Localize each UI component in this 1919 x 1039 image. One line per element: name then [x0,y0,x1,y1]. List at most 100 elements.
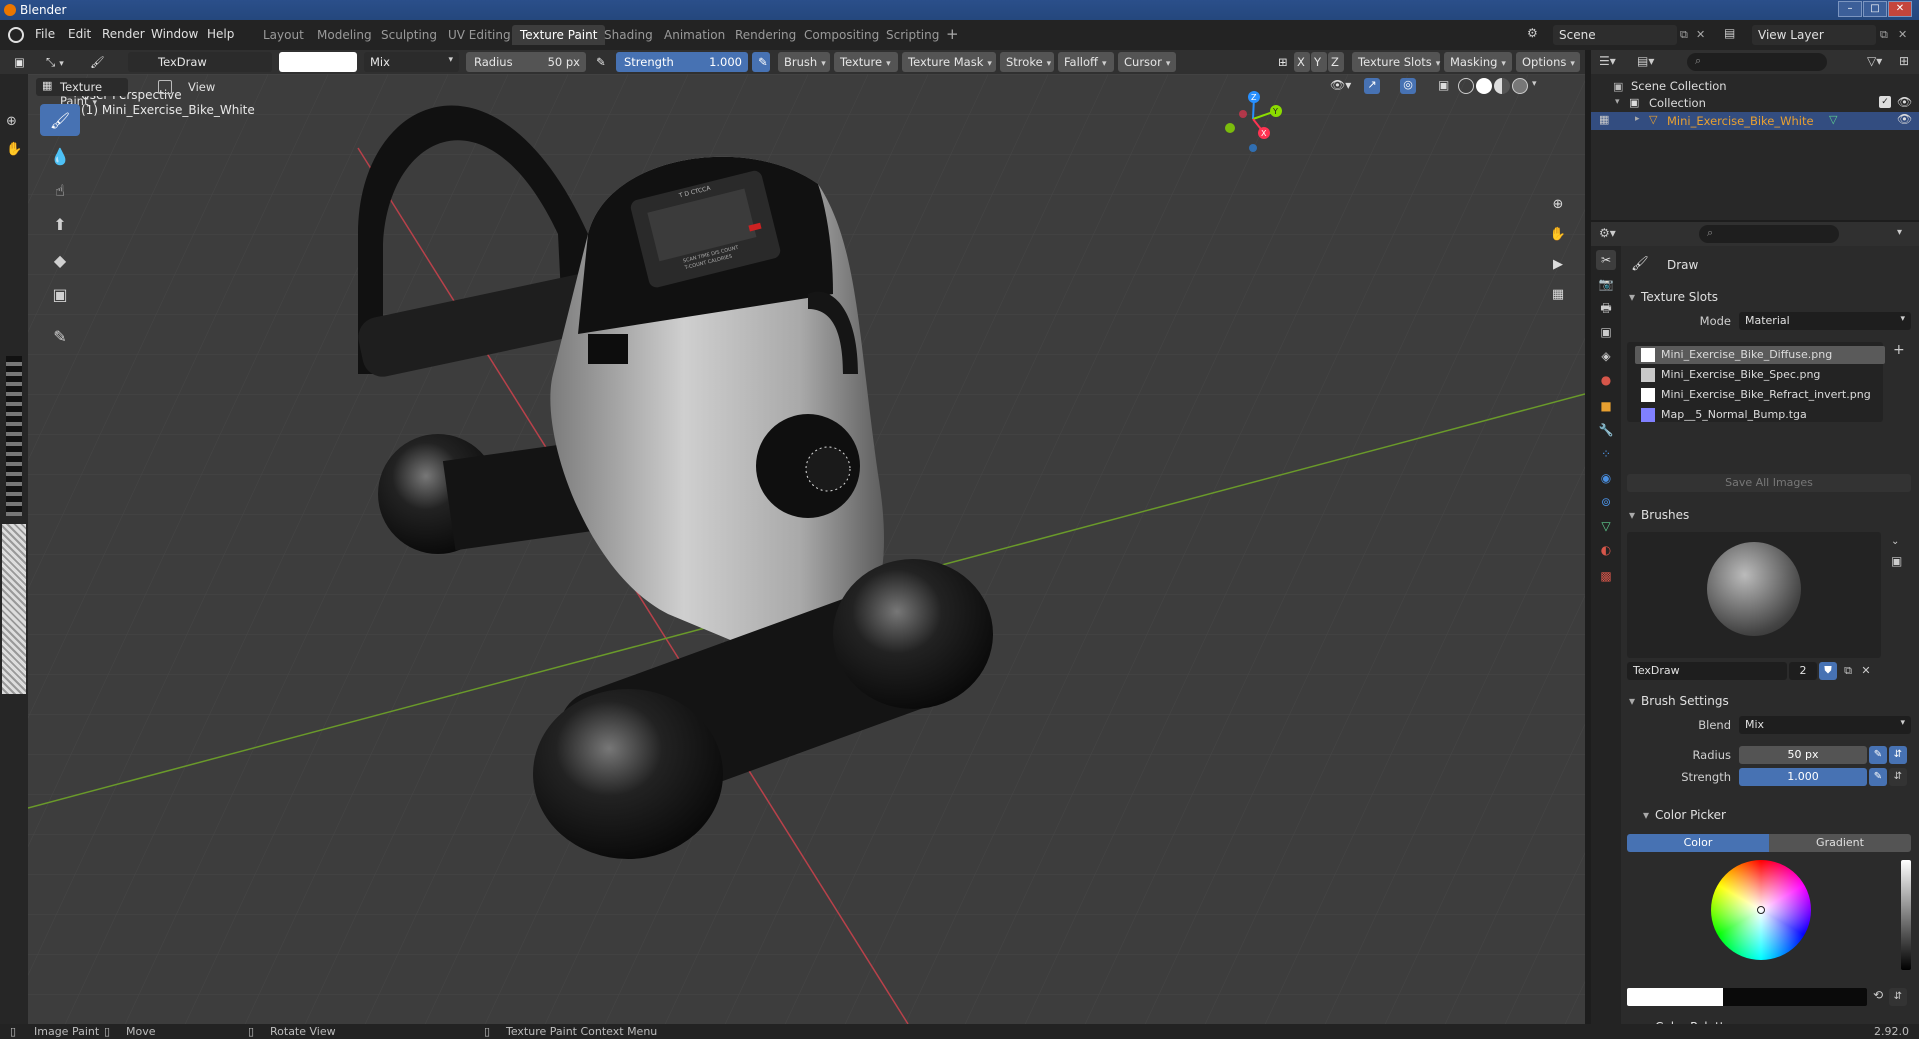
mask-toggle-icon[interactable] [158,80,172,94]
tab-layout[interactable]: Layout [255,25,312,45]
delete-scene-icon[interactable]: ✕ [1696,28,1705,41]
tab-rendering[interactable]: Rendering [727,25,804,45]
output-tab-icon[interactable]: 🖶 [1596,298,1616,318]
new-view-layer-icon[interactable]: ⧉ [1880,28,1888,42]
zoom-view-icon[interactable]: ⊕ [1547,194,1569,216]
camera-view-icon[interactable]: ▶ [1547,254,1569,276]
color-wheel[interactable] [1711,860,1811,960]
data-tab-icon[interactable]: ▽ [1596,516,1616,536]
fill-tool-icon[interactable]: ◆ [40,244,80,276]
strength-unified-toggle-icon[interactable]: ⇵ [1889,768,1907,786]
menu-help[interactable]: Help [207,27,234,41]
brush-preview-area[interactable] [1627,532,1881,658]
outliner-search-input[interactable]: ⌕ [1687,53,1827,71]
object-expand-icon[interactable]: ▸ [1635,114,1640,124]
scene-selector-icon[interactable]: ⚙ [1527,26,1547,44]
wireframe-shading-icon[interactable] [1458,78,1474,94]
stroke-menu[interactable]: Stroke ▾ [1000,52,1054,72]
soften-tool-icon[interactable]: 💧 [40,140,80,172]
brush-name-field[interactable]: TexDraw [128,52,272,72]
physics-tab-icon[interactable]: ◉ [1596,468,1616,488]
brush-image-icon[interactable]: ▣ [1891,554,1902,568]
constraints-tab-icon[interactable]: ⊚ [1596,492,1616,512]
gizmo-neg-y-handle[interactable] [1225,123,1235,133]
modifiers-tab-icon[interactable]: 🔧 [1596,420,1616,440]
texture-slot-item[interactable]: Mini_Exercise_Bike_Diffuse.png [1635,346,1885,364]
color-wheel-cursor[interactable] [1757,906,1765,914]
tab-modeling[interactable]: Modeling [309,25,380,45]
brush-menu[interactable]: Brush ▾ [778,52,830,72]
tab-uv-editing[interactable]: UV Editing [440,25,519,45]
collection-label[interactable]: Collection [1649,96,1706,110]
collection-visibility-icon[interactable]: 👁 [1897,95,1912,109]
menu-file[interactable]: File [35,27,55,41]
texture-slots-menu[interactable]: Texture Slots ▾ [1352,52,1440,72]
gizmo-neg-x-handle[interactable] [1239,110,1247,118]
fake-user-shield-icon[interactable]: ⛊ [1819,662,1837,680]
clone-tool-icon[interactable]: ⬆ [40,208,80,240]
symmetry-y-toggle[interactable]: Y [1311,52,1327,72]
tab-scripting[interactable]: Scripting [878,25,947,45]
radius-unified-toggle-icon[interactable]: ⇵ [1889,746,1907,764]
hand-icon[interactable]: ✋ [6,142,22,157]
view-layer-field[interactable]: View Layer [1752,25,1876,45]
zoom-icon[interactable]: ⊕ [6,114,17,129]
3d-viewport[interactable]: T D CTCCA SCAN TIME DIS COUNT T-COUNT CA… [28,74,1585,1024]
symmetry-icon[interactable]: ⊞ [1272,52,1292,72]
texture-slot-item[interactable]: Mini_Exercise_Bike_Spec.png [1635,366,1885,384]
object-tab-icon[interactable]: ■ [1596,396,1616,416]
shading-options-icon[interactable]: ▾ [1532,79,1537,89]
overlay-toggle-icon[interactable]: ◎ [1400,78,1416,94]
texture-slot-item[interactable]: Map__5_Normal_Bump.tga [1635,406,1885,424]
tool-picker-icon[interactable]: ⤡ ▾ [40,52,74,72]
xray-toggle-icon[interactable]: ▣ [1438,78,1449,92]
symmetry-x-toggle[interactable]: X [1294,52,1310,72]
rendered-shading-icon[interactable] [1512,78,1528,94]
particles-tab-icon[interactable]: ⁘ [1596,444,1616,464]
cursor-menu[interactable]: Cursor ▾ [1118,52,1176,72]
mask-tool-icon[interactable]: ▣ [40,278,80,310]
scene-name-field[interactable]: Scene [1553,25,1677,45]
properties-search-input[interactable]: ⌕ [1699,225,1839,243]
strength-pressure-icon[interactable]: ✎ [752,52,770,72]
menu-render[interactable]: Render [102,27,145,41]
solid-shading-icon[interactable] [1476,78,1492,94]
blender-menu-icon[interactable] [8,27,24,43]
material-shading-icon[interactable] [1494,78,1510,94]
collection-checkbox[interactable]: ✓ [1879,96,1891,108]
gradient-tab[interactable]: Gradient [1769,834,1911,852]
gizmo-neg-z-handle[interactable] [1249,144,1257,152]
new-scene-icon[interactable]: ⧉ [1680,28,1688,42]
unified-color-toggle-icon[interactable]: ⇵ [1889,988,1907,1006]
color-swatch-bar[interactable] [1627,988,1867,1006]
minimize-button[interactable]: – [1838,1,1862,17]
outliner-editor-type-icon[interactable]: ☰▾ [1599,54,1616,68]
value-slider[interactable] [1901,860,1911,970]
filter-icon[interactable]: ▽▾ [1867,54,1882,68]
symmetry-z-toggle[interactable]: Z [1328,52,1344,72]
collection-expand-icon[interactable]: ▾ [1615,97,1620,107]
brushes-header[interactable]: Brushes [1629,508,1689,522]
gizmo-toggle-icon[interactable]: ↗ [1364,78,1380,94]
mode-dropdown[interactable]: Material ▾ [1739,312,1911,330]
outliner-object-row[interactable]: ▦ ▸ ▽ Mini_Exercise_Bike_White ▽ 👁 [1591,112,1919,130]
strength-slider[interactable]: Strength 1.000 [616,52,748,72]
annotate-tool-icon[interactable]: ✎ [40,320,80,352]
menu-edit[interactable]: Edit [68,27,91,41]
color-picker-header[interactable]: Color Picker [1643,808,1726,822]
brush-color-swatch[interactable] [279,52,357,72]
brush-settings-header[interactable]: Brush Settings [1629,694,1729,708]
tool-tab-icon[interactable]: ✂ [1596,250,1616,270]
view-menu[interactable]: View [188,80,215,94]
maximize-button[interactable]: □ [1863,1,1887,17]
view-layer-tab-icon[interactable]: ▣ [1596,322,1616,342]
mode-selector[interactable]: ▦ Texture Paint ▾ [36,78,128,108]
visibility-icon[interactable]: 👁▾ [1330,78,1351,92]
render-tab-icon[interactable]: 📷 [1596,274,1616,294]
masking-menu[interactable]: Masking ▾ [1444,52,1512,72]
draw-tool-icon[interactable]: 🖌 [40,104,80,136]
display-mode-icon[interactable]: ▤▾ [1637,54,1654,68]
tab-shading[interactable]: Shading [596,25,661,45]
close-window-button[interactable]: ✕ [1888,1,1912,17]
scene-collection-label[interactable]: Scene Collection [1631,79,1727,93]
